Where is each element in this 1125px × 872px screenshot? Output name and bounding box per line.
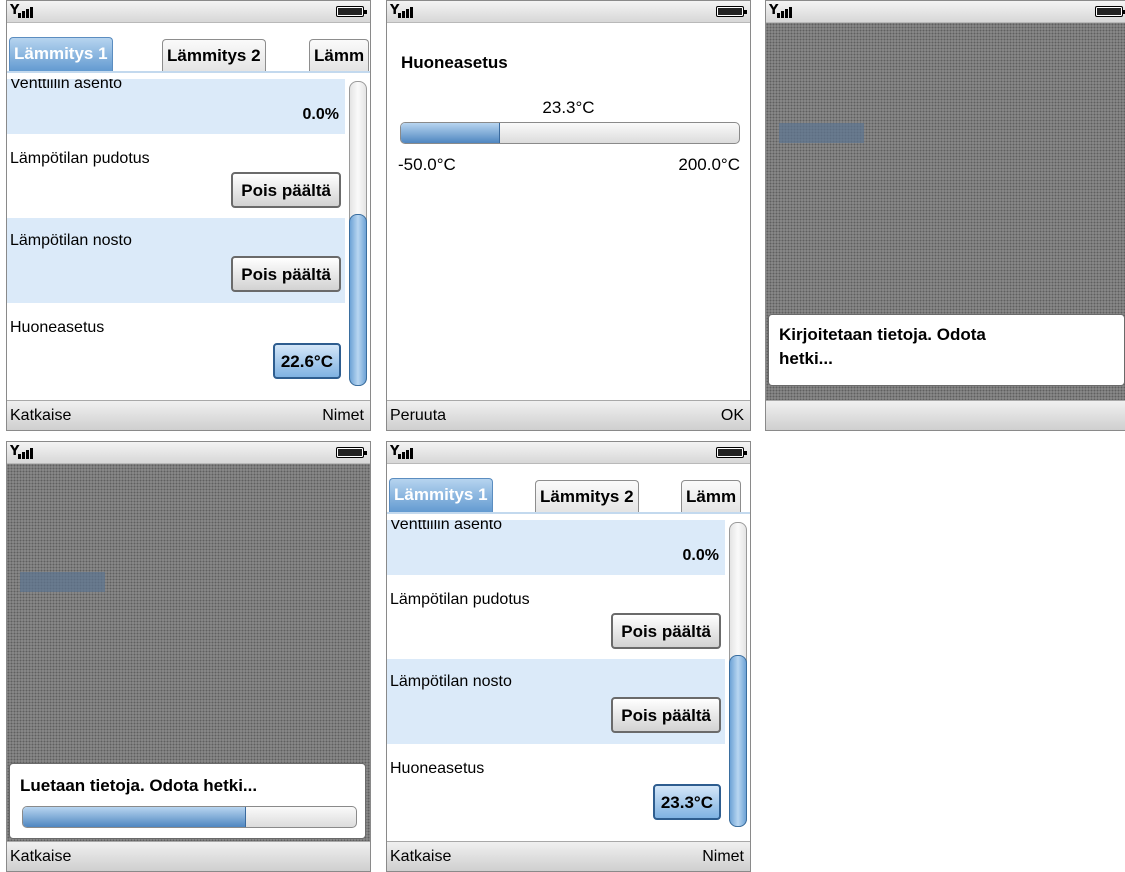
status-bar: Y xyxy=(7,1,370,23)
scrollbar[interactable] xyxy=(349,81,367,386)
softkey-bar xyxy=(766,400,1125,430)
valve-position-value: 0.0% xyxy=(302,106,339,123)
writing-dialog: Kirjoitetaan tietoja. Odota hetki... xyxy=(768,314,1125,386)
temp-drop-button[interactable]: Pois päältä xyxy=(231,172,341,208)
names-softkey[interactable]: Nimet xyxy=(702,848,744,866)
slider-min-label: -50.0°C xyxy=(398,155,456,174)
phone-screen-writing-dialog: Y Kirjoitetaan tietoja. Odota hetki... xyxy=(765,0,1125,431)
progress-bar xyxy=(22,806,357,828)
list-item: Huoneasetus 23.3°C xyxy=(387,744,725,830)
list-item: Huoneasetus 22.6°C xyxy=(7,303,345,389)
tab-heating-2[interactable]: Lämmitys 2 xyxy=(535,480,639,512)
reading-dialog: Luetaan tietoja. Odota hetki... xyxy=(9,763,366,839)
ok-softkey[interactable]: OK xyxy=(721,407,744,425)
current-value: 23.3°C xyxy=(542,98,595,117)
status-bar: Y xyxy=(766,1,1125,23)
tab-heating-2[interactable]: Lämmitys 2 xyxy=(162,39,266,71)
dialog-message: Kirjoitetaan tietoja. Odota hetki... xyxy=(779,325,986,368)
signal-strength-icon: Y xyxy=(390,3,414,18)
temp-drop-button[interactable]: Pois päältä xyxy=(611,613,721,649)
status-bar: Y xyxy=(387,1,750,23)
list-item: Lämpötilan pudotus Pois päältä xyxy=(387,575,725,659)
signal-strength-icon: Y xyxy=(10,3,34,18)
disconnect-softkey[interactable]: Katkaise xyxy=(10,407,71,425)
tab-bar: Lämmitys 1 Lämmitys 2 Lämm xyxy=(387,474,750,514)
valve-position-value: 0.0% xyxy=(682,547,719,564)
softkey-bar: Peruuta OK xyxy=(387,400,750,430)
disconnect-softkey[interactable]: Katkaise xyxy=(10,848,71,866)
temp-raise-label: Lämpötilan nosto xyxy=(390,673,512,690)
settings-list: Venttiilin asento 0.0% Lämpötilan pudotu… xyxy=(7,79,345,389)
signal-strength-icon: Y xyxy=(769,3,793,18)
softkey-bar: Katkaise Nimet xyxy=(7,400,370,430)
softkey-bar: Katkaise xyxy=(7,841,370,871)
temp-raise-label: Lämpötilan nosto xyxy=(10,232,132,249)
phone-screen-reading-dialog: Y Luetaan tietoja. Odota hetki... Katkai… xyxy=(6,441,371,872)
battery-icon xyxy=(1095,6,1125,17)
list-item: Lämpötilan nosto Pois päältä xyxy=(7,218,345,303)
slider-max-label: 200.0°C xyxy=(678,155,740,174)
cancel-softkey[interactable]: Peruuta xyxy=(390,407,446,425)
room-setting-button[interactable]: 23.3°C xyxy=(652,784,721,820)
status-bar: Y xyxy=(7,442,370,464)
list-item: Lämpötilan pudotus Pois päältä xyxy=(7,134,345,218)
room-setting-label: Huoneasetus xyxy=(390,760,485,777)
battery-icon xyxy=(336,447,367,458)
page-title: Huoneasetus xyxy=(401,53,508,72)
valve-position-label: Venttiilin asento xyxy=(10,79,123,92)
battery-icon xyxy=(716,447,747,458)
temp-drop-label: Lämpötilan pudotus xyxy=(390,591,530,608)
battery-icon xyxy=(336,6,367,17)
phone-screen-heating-list: Y Lämmitys 1 Lämmitys 2 Lämm Venttiilin … xyxy=(6,0,371,431)
battery-icon xyxy=(716,6,747,17)
list-item: Lämpötilan nosto Pois päältä xyxy=(387,659,725,744)
settings-list: Venttiilin asento 0.0% Lämpötilan pudotu… xyxy=(387,520,725,830)
tab-heating-3[interactable]: Lämm xyxy=(309,39,370,71)
temperature-slider[interactable] xyxy=(400,122,740,144)
dimmed-slider xyxy=(779,123,864,143)
phone-screen-heating-list-updated: Y Lämmitys 1 Lämmitys 2 Lämm Venttiilin … xyxy=(386,441,751,872)
scrollbar[interactable] xyxy=(729,522,747,827)
signal-strength-icon: Y xyxy=(10,444,34,459)
scrollbar-thumb[interactable] xyxy=(729,655,747,827)
progress-fill xyxy=(23,807,247,827)
room-setting-label: Huoneasetus xyxy=(10,319,105,336)
list-item: Venttiilin asento 0.0% xyxy=(7,79,345,134)
tab-bar: Lämmitys 1 Lämmitys 2 Lämm xyxy=(7,33,370,73)
list-item: Venttiilin asento 0.0% xyxy=(387,520,725,575)
slider-fill xyxy=(401,123,501,143)
disconnect-softkey[interactable]: Katkaise xyxy=(390,848,451,866)
temp-raise-button[interactable]: Pois päältä xyxy=(231,256,341,292)
dimmed-slider xyxy=(20,572,105,592)
dialog-message: Luetaan tietoja. Odota hetki... xyxy=(20,776,258,795)
signal-strength-icon: Y xyxy=(390,444,414,459)
temp-drop-label: Lämpötilan pudotus xyxy=(10,150,150,167)
tab-heating-1[interactable]: Lämmitys 1 xyxy=(389,478,493,512)
valve-position-label: Venttiilin asento xyxy=(390,520,503,533)
softkey-bar: Katkaise Nimet xyxy=(387,841,750,871)
temp-raise-button[interactable]: Pois päältä xyxy=(611,697,721,733)
names-softkey[interactable]: Nimet xyxy=(322,407,364,425)
tab-heating-3[interactable]: Lämm xyxy=(681,480,742,512)
scrollbar-thumb[interactable] xyxy=(349,214,367,386)
room-setting-button[interactable]: 22.6°C xyxy=(272,343,341,379)
phone-screen-room-setting-slider: Y Huoneasetus 23.3°C -50.0°C 200.0°C Per… xyxy=(386,0,751,431)
tab-heating-1[interactable]: Lämmitys 1 xyxy=(9,37,113,71)
status-bar: Y xyxy=(387,442,750,464)
